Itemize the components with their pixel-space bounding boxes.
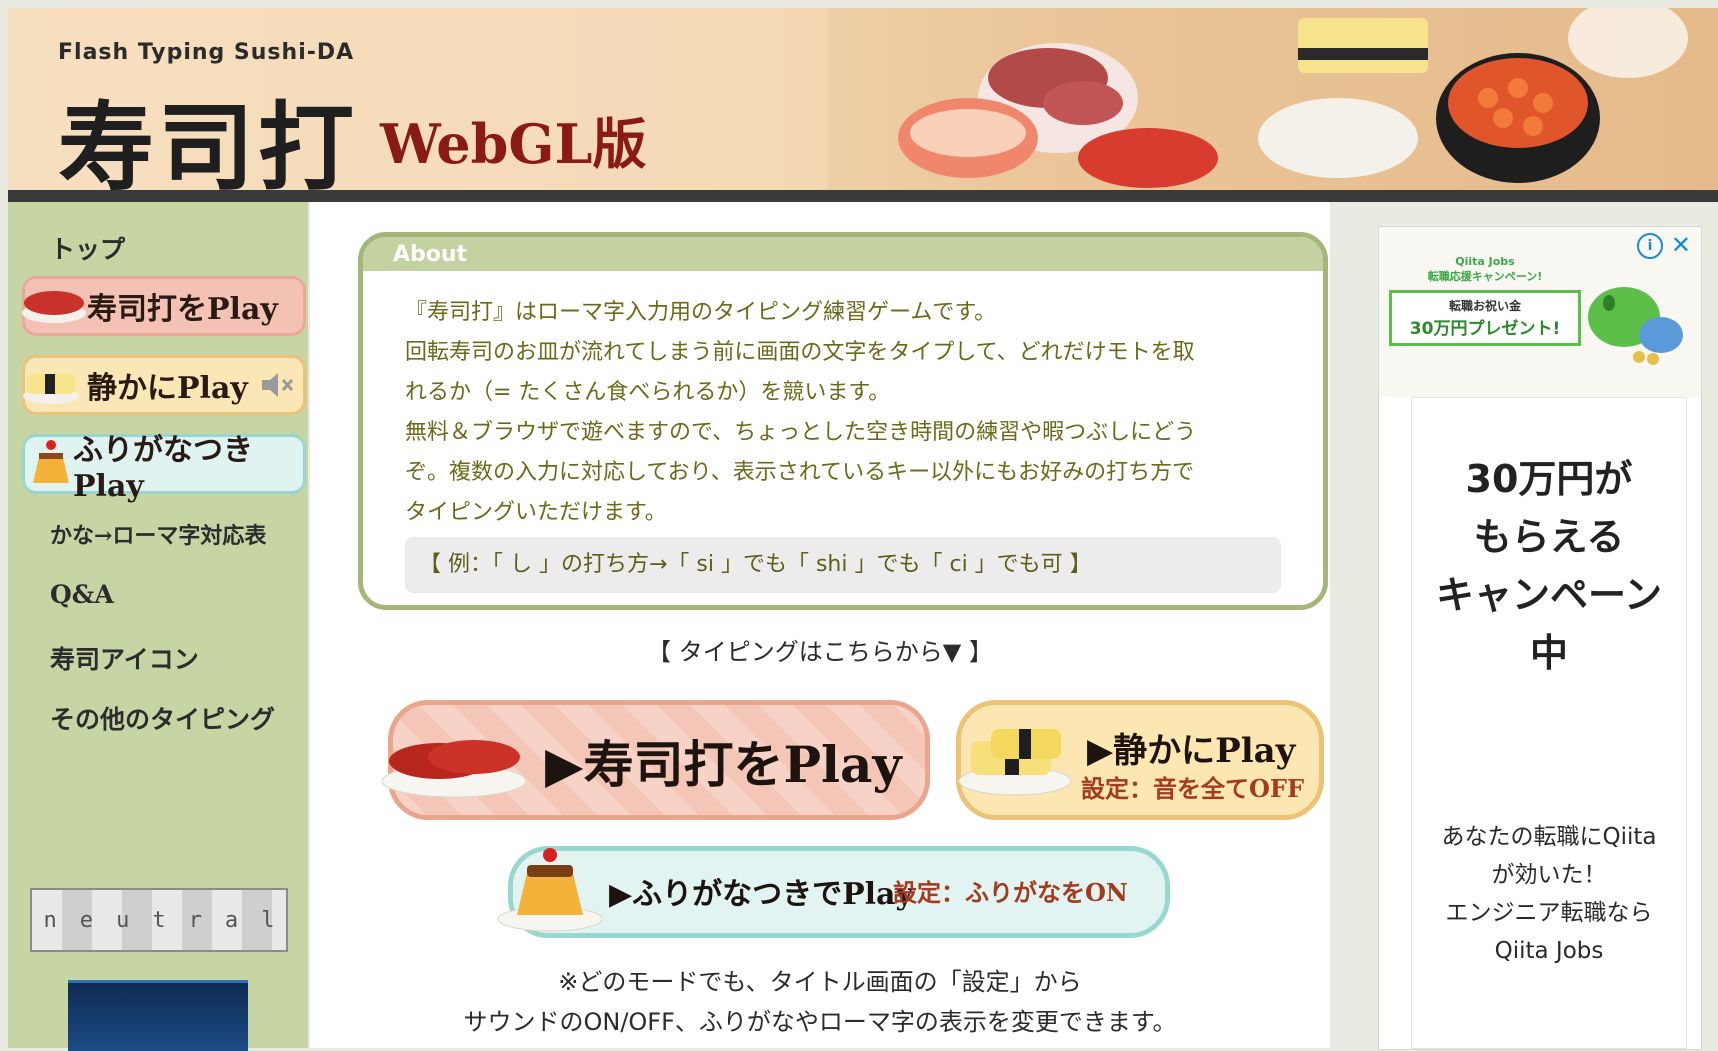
ad-description: あなたの転職にQiita が効いた！ エンジニア転職なら Qiita Jobs xyxy=(1412,818,1686,970)
tamago-sushi-icon xyxy=(23,374,79,404)
play-sushida-button[interactable]: ▶寿司打をPlay xyxy=(381,700,930,820)
sidebar-quiet-play-button[interactable]: 静かにPlay xyxy=(22,355,306,415)
ad-campaign-card: Qiita Jobs 転職応援キャンペーン! 転職お祝い金 30万円プレゼント! xyxy=(1389,255,1581,365)
ad-gift-amount: 30万円プレゼント! xyxy=(1409,319,1561,339)
sidebar-play-button[interactable]: 寿司打をPlay xyxy=(22,276,306,336)
site-header: Flash Typing Sushi-DA 寿司打 WebGL版 xyxy=(8,8,1718,190)
sidebar-item-qa[interactable]: Q&A xyxy=(50,580,114,609)
quiet-play-label: ▶静かにPlay xyxy=(1087,731,1296,771)
pudding-icon xyxy=(33,440,69,483)
tamago-sushi-icon xyxy=(958,729,1072,796)
site-logo[interactable]: 寿司打 xyxy=(58,70,358,190)
ad-desc-line: Qiita Jobs xyxy=(1494,938,1604,964)
sidebar-item-top[interactable]: トップ xyxy=(50,230,125,266)
about-heading: About xyxy=(363,237,1323,271)
about-line: 『寿司打』はローマ字入力用のタイピング練習ゲームです。 xyxy=(405,300,997,325)
ad-main-panel[interactable]: 30万円が もらえる キャンペーン 中 あなたの転職にQiita が効いた！ エ… xyxy=(1411,397,1687,1049)
ad-campaign: 転職応援キャンペーン! xyxy=(1427,270,1543,283)
sidebar-item-sushi-icons[interactable]: 寿司アイコン xyxy=(50,640,199,676)
banner-letter: r xyxy=(188,907,202,933)
note-line: ※どのモードでも、タイトル画面の「設定」から xyxy=(558,968,1082,996)
ad-brand: Qiita Jobs xyxy=(1455,255,1515,268)
ad-headline-line: キャンペーン xyxy=(1435,573,1663,617)
about-line: れるか（= たくさん食べられるか）を競います。 xyxy=(405,380,891,405)
edition-label: WebGL版 xyxy=(380,112,647,176)
sidebar-furigana-play-label: ふりがなつきPlay xyxy=(73,432,253,504)
sushi-header-image xyxy=(828,8,1718,190)
main-content: About 『寿司打』はローマ字入力用のタイピング練習ゲームです。 回転寿司のお… xyxy=(310,202,1330,1048)
about-line: 回転寿司のお皿が流れてしまう前に画面の文字をタイプして、どれだけモトを取 xyxy=(405,340,1195,365)
ad-desc-line: エンジニア転職なら xyxy=(1445,900,1653,926)
pudding-icon xyxy=(497,848,603,932)
ad-banner-top[interactable]: Qiita Jobs 転職応援キャンペーン! 転職お祝い金 30万円プレゼント!… xyxy=(1379,227,1701,397)
about-line: タイピングいただけます。 xyxy=(405,500,667,525)
banner-letter: t xyxy=(152,907,166,933)
banner-letter: u xyxy=(116,907,130,933)
dark-banner[interactable] xyxy=(68,980,248,1051)
sidebar-quiet-play-label: 静かにPlay xyxy=(87,371,248,406)
ad-headline-line: 中 xyxy=(1529,631,1568,675)
about-line: ぞ。複数の入力に対応しており、表示されているキー以外にもお好みの打ち方で xyxy=(405,460,1195,485)
about-text: 『寿司打』はローマ字入力用のタイピング練習ゲームです。 回転寿司のお皿が流れてし… xyxy=(405,293,1285,533)
header-divider xyxy=(8,190,1718,202)
banner-letter: a xyxy=(224,907,239,933)
note-line: サウンドのON/OFF、ふりがなやローマ字の表示を変更できます。 xyxy=(463,1008,1177,1036)
banner-letter: n xyxy=(43,907,57,933)
sidebar-item-kana-table[interactable]: かな→ローマ字対応表 xyxy=(50,518,266,550)
settings-note: ※どのモードでも、タイトル画面の「設定」から サウンドのON/OFF、ふりがなや… xyxy=(310,962,1330,1042)
ad-headline: 30万円が もらえる キャンペーン 中 xyxy=(1412,450,1686,682)
typing-section-title: 【 タイピングはこちらから▼ 】 xyxy=(647,638,993,666)
sidebar-item-other-typing[interactable]: その他のタイピング xyxy=(50,700,275,736)
play-sushida-label: ▶寿司打をPlay xyxy=(545,735,902,794)
furigana-play-label: ▶ふりがなつきでPlay xyxy=(609,877,913,912)
speaker-muted-icon xyxy=(261,373,293,397)
ad-desc-line: が効いた！ xyxy=(1491,862,1607,888)
sidebar: トップ 寿司打をPlay 静かにPlay ふりがなつきPlay かな→ローマ字対… xyxy=(8,202,308,1051)
ad-gift-label: 転職お祝い金 xyxy=(1448,299,1521,313)
ad-headline-line: もらえる xyxy=(1473,515,1625,559)
about-example: 【 例：「 し 」の打ち方→「 si 」でも「 shi 」でも「 ci 」でも可… xyxy=(405,537,1281,593)
quiet-play-button[interactable]: ▶静かにPlay 設定：音を全てOFF xyxy=(956,700,1324,820)
ad-close-icon[interactable]: ✕ xyxy=(1671,231,1691,259)
right-column: Qiita Jobs 転職応援キャンペーン! 転職お祝い金 30万円プレゼント!… xyxy=(1330,202,1718,1050)
advertisement[interactable]: Qiita Jobs 転職応援キャンペーン! 転職お祝い金 30万円プレゼント!… xyxy=(1378,226,1702,1050)
banner-letter: l xyxy=(261,907,275,933)
site-subtitle: Flash Typing Sushi-DA xyxy=(58,40,355,65)
furigana-play-setting: 設定：ふりがなをON xyxy=(893,878,1128,907)
ad-desc-line: あなたの転職にQiita xyxy=(1441,824,1657,850)
quiet-play-setting: 設定：音を全てOFF xyxy=(1081,774,1304,803)
ad-headline-line: 30万円が xyxy=(1465,457,1633,501)
about-box: About 『寿司打』はローマ字入力用のタイピング練習ゲームです。 回転寿司のお… xyxy=(358,232,1328,610)
sidebar-furigana-play-button[interactable]: ふりがなつきPlay xyxy=(22,433,306,504)
sushi-tuna-icon xyxy=(22,291,86,323)
about-line: 無料＆ブラウザで遊べますので、ちょっとした空き時間の練習や暇つぶしにどう xyxy=(405,420,1197,445)
ad-info-icon[interactable]: i xyxy=(1637,233,1663,259)
piggy-bank-icon xyxy=(1588,287,1683,365)
sidebar-play-label: 寿司打をPlay xyxy=(87,292,278,327)
furigana-play-button[interactable]: ▶ふりがなつきでPlay 設定：ふりがなをON xyxy=(497,846,1170,938)
sushi-tuna-icon xyxy=(381,740,527,798)
neutral-banner[interactable]: n e u t r a l xyxy=(30,888,288,952)
banner-letter: e xyxy=(79,907,94,933)
